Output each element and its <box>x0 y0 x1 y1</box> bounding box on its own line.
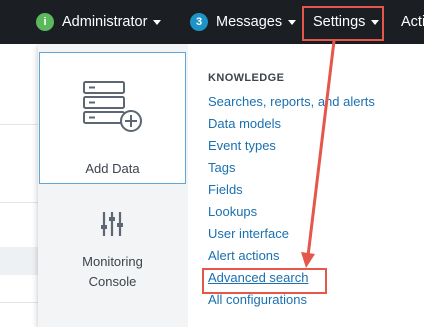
menu-link-tags[interactable]: Tags <box>208 157 375 179</box>
info-circle-icon: i <box>36 13 54 31</box>
administrator-label: Administrator <box>62 14 148 30</box>
divider <box>0 302 40 303</box>
divider <box>0 202 40 203</box>
database-add-icon <box>83 81 142 132</box>
messages-count-badge: 3 <box>190 13 208 31</box>
top-navigation-bar: i Administrator 3 Messages Settings Acti <box>0 0 424 44</box>
background-page <box>0 44 40 327</box>
administrator-menu[interactable]: i Administrator <box>36 0 162 44</box>
table-header-band <box>0 247 40 275</box>
monitoring-console-tile[interactable]: Monitoring Console <box>39 194 186 324</box>
knowledge-heading: KNOWLEDGE <box>208 72 285 84</box>
settings-tiles: Add Data Monitoring Console <box>38 44 188 327</box>
menu-link-data-models[interactable]: Data models <box>208 113 375 135</box>
menu-link-fields[interactable]: Fields <box>208 179 375 201</box>
monitoring-console-label-line2: Console <box>88 274 137 289</box>
add-data-tile[interactable]: Add Data <box>39 52 186 184</box>
menu-link-advanced-search[interactable]: Advanced search <box>208 267 375 289</box>
caret-down-icon <box>288 19 297 25</box>
menu-link-event-types[interactable]: Event types <box>208 135 375 157</box>
divider <box>0 124 40 125</box>
menu-link-alert-actions[interactable]: Alert actions <box>208 245 375 267</box>
menu-link-all-configurations[interactable]: All configurations <box>208 289 375 311</box>
menu-link-searches-reports-alerts[interactable]: Searches, reports, and alerts <box>208 91 375 113</box>
settings-label: Settings <box>313 14 366 30</box>
knowledge-menu-list: Searches, reports, and alerts Data model… <box>208 91 375 311</box>
monitoring-console-label-line1: Monitoring <box>82 254 143 269</box>
sliders-icon <box>101 212 123 236</box>
caret-down-icon <box>371 19 380 25</box>
settings-menu[interactable]: Settings <box>313 0 380 44</box>
menu-link-user-interface[interactable]: User interface <box>208 223 375 245</box>
activity-label: Acti <box>401 14 424 30</box>
activity-menu[interactable]: Acti <box>401 0 424 44</box>
add-data-label: Add Data <box>85 161 140 176</box>
caret-down-icon <box>153 19 162 25</box>
menu-link-lookups[interactable]: Lookups <box>208 201 375 223</box>
settings-dropdown: Add Data Monitoring Console KNOWLEDGE Se… <box>38 44 424 327</box>
messages-label: Messages <box>216 14 283 30</box>
messages-menu[interactable]: 3 Messages <box>190 0 297 44</box>
